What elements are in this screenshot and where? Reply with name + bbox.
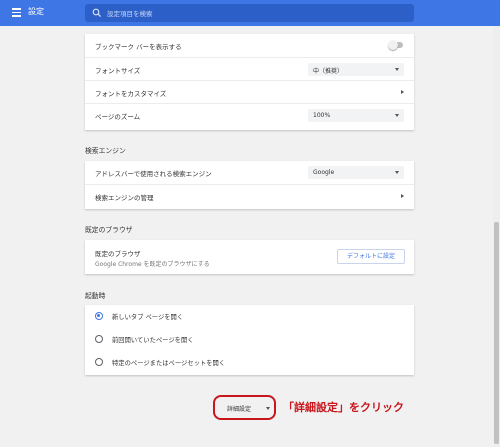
- radio-label: 新しいタブ ページを開く: [112, 314, 184, 321]
- appearance-card: ブックマーク バーを表示する フォントサイズ 中（推奨） フォントをカスタマイズ…: [85, 34, 414, 130]
- chevron-right-icon: [401, 90, 404, 94]
- row-label: フォントサイズ: [95, 67, 141, 75]
- customize-fonts-row[interactable]: フォントをカスタマイズ: [85, 80, 414, 103]
- startup-option-new-tab[interactable]: 新しいタブ ページを開く: [85, 305, 414, 328]
- chevron-right-icon: [401, 194, 404, 198]
- radio-button-selected[interactable]: [95, 312, 103, 320]
- annotation-callout: 「詳細設定」をクリック: [283, 401, 404, 414]
- advanced-button[interactable]: 詳細設定: [219, 401, 270, 414]
- search-placeholder: 設定項目を検索: [107, 10, 153, 18]
- header-bar: 設定 設定項目を検索: [0, 0, 500, 26]
- row-label: 検索エンジンの管理: [95, 194, 154, 202]
- chevron-down-icon: [395, 114, 399, 117]
- default-browser-heading: 既定のブラウザ: [95, 250, 141, 258]
- radio-label: 特定のページまたはページセットを開く: [112, 360, 226, 367]
- search-engine-card: アドレスバーで使用される検索エンジン Google 検索エンジンの管理: [85, 161, 414, 209]
- startup-option-continue[interactable]: 前回開いていたページを開く: [85, 328, 414, 351]
- radio-label: 前回開いていたページを開く: [112, 337, 194, 344]
- font-size-row: フォントサイズ 中（推奨）: [85, 57, 414, 80]
- default-browser-section-title: 既定のブラウザ: [85, 226, 133, 234]
- row-label: フォントをカスタマイズ: [95, 90, 167, 98]
- row-label: ページのズーム: [95, 113, 141, 121]
- make-default-button[interactable]: デフォルトに設定: [337, 249, 405, 264]
- on-startup-card: 新しいタブ ページを開く 前回開いていたページを開く 特定のページまたはページセ…: [85, 305, 414, 375]
- scrollbar-thumb[interactable]: [494, 222, 499, 444]
- show-bookmarks-bar-row[interactable]: ブックマーク バーを表示する: [85, 34, 414, 57]
- settings-window: 設定 設定項目を検索 ブックマーク バーを表示する フォントサイズ 中（推奨） …: [0, 0, 500, 447]
- search-icon: [92, 8, 102, 18]
- default-browser-description: Google Chrome を既定のブラウザにする: [95, 261, 210, 268]
- chevron-down-icon: [395, 171, 399, 174]
- page-title: 設定: [28, 7, 44, 16]
- scrollbar[interactable]: [493, 26, 500, 447]
- advanced-label: 詳細設定: [227, 406, 252, 413]
- manage-search-engines-row[interactable]: 検索エンジンの管理: [85, 184, 414, 207]
- row-label: ブックマーク バーを表示する: [95, 43, 182, 51]
- chevron-down-icon: [266, 407, 270, 410]
- bookmarks-bar-toggle[interactable]: [388, 40, 403, 50]
- page-zoom-select[interactable]: 100%: [308, 109, 404, 122]
- toggle-knob: [388, 40, 398, 50]
- radio-button[interactable]: [95, 335, 103, 343]
- startup-option-specific-pages[interactable]: 特定のページまたはページセットを開く: [85, 351, 414, 374]
- search-engine-section-title: 検索エンジン: [85, 147, 126, 155]
- font-size-select[interactable]: 中（推奨）: [308, 63, 404, 76]
- hamburger-menu-icon[interactable]: [12, 8, 21, 17]
- on-startup-section-title: 起動時: [85, 292, 106, 300]
- advanced-highlight-box: 詳細設定: [213, 395, 276, 420]
- search-engine-select[interactable]: Google: [308, 166, 404, 179]
- radio-button[interactable]: [95, 358, 103, 366]
- row-label: アドレスバーで使用される検索エンジン: [95, 170, 212, 178]
- select-value: 中（推奨）: [313, 68, 344, 75]
- address-bar-engine-row: アドレスバーで使用される検索エンジン Google: [85, 161, 414, 184]
- default-browser-card: 既定のブラウザ Google Chrome を既定のブラウザにする デフォルトに…: [85, 240, 414, 274]
- chevron-down-icon: [395, 68, 399, 71]
- search-input[interactable]: 設定項目を検索: [85, 4, 414, 22]
- select-value: Google: [313, 169, 335, 176]
- select-value: 100%: [313, 112, 331, 119]
- page-zoom-row: ページのズーム 100%: [85, 103, 414, 126]
